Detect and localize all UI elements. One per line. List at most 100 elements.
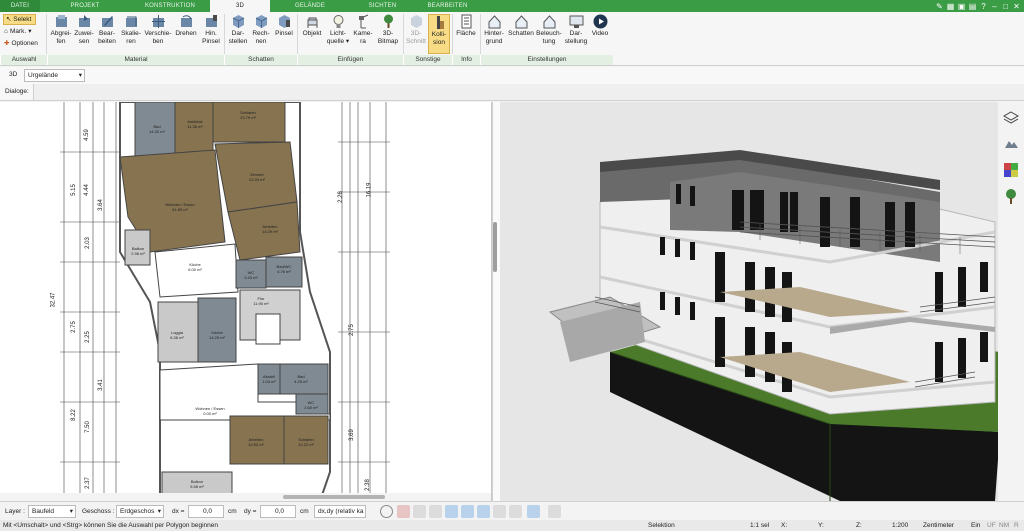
display-settings-button[interactable]: Dar-stellung [563,14,589,46]
mirror-icon[interactable] [429,505,442,518]
status-mode: Selektion [648,522,675,529]
tab-konstruktion[interactable]: KONSTRUKTION [130,0,210,12]
mark-button[interactable]: ⌂ Mark. ▾ [4,27,31,36]
layer-select[interactable]: Baufeld ▾ [28,505,76,518]
room-label: Bad/WC 4.76 m² [276,264,292,274]
vertical-scrollbar[interactable] [493,222,497,272]
tile-icon[interactable]: ▤ [968,2,977,11]
tab-3d[interactable]: 3D [210,0,270,12]
edit-material-button[interactable]: Bear-beiten [96,14,118,46]
dimension-label: 2.03 [84,237,91,249]
hint-brush-button[interactable]: Hin. Pinsel [200,14,222,46]
select-button[interactable]: ↖ Selekt [3,14,36,25]
horizontal-scrollbar[interactable] [283,495,385,499]
view-toolbar: 3D Urgelände ▾ [0,67,1024,84]
dimension-label: 3.69 [348,429,355,441]
selection-count: 1:1 sel [750,522,770,529]
collision-button[interactable]: Kolli-sion [428,14,450,54]
3d-bitmap-button[interactable]: 3D- Bitmap [375,14,401,46]
scale-material-button[interactable]: Skalie-ren [119,14,143,46]
tab-projekt[interactable]: PROJEKT [40,0,130,12]
pane-splitter[interactable] [492,102,500,501]
record-icon[interactable] [397,505,410,518]
material-palette-icon[interactable] [1003,162,1019,178]
help-icon[interactable]: ? [979,2,988,11]
room-label: Balkon 2.96 m² [131,246,145,256]
status-bar: Mit <Umschalt> und <Strg> können Sie die… [0,520,1024,531]
ribbon: ↖ Selekt ⌂ Mark. ▾ ✚ Optionen Abgrei-fen Zu… [0,12,1024,66]
dimension-label: 8.22 [70,409,77,421]
dimension-label: 3.41 [97,379,104,391]
display-shadow-button[interactable]: Dar-stellen [227,14,249,46]
tool-icon[interactable] [548,505,561,518]
camera-button[interactable]: Kame-ra [352,14,374,46]
input-mode-select[interactable]: dx,dy (relativ ka [314,505,366,518]
dx-label: dx = [172,508,185,515]
navigation-icon[interactable] [527,505,540,518]
3d-view[interactable] [500,102,1024,501]
group-label-settings: Einstellungen [480,55,613,65]
assign-material-button[interactable]: Zuwei-sen [73,14,95,46]
room-label: Arbeiten 14.29 m² [262,224,278,234]
compute-shadow-button[interactable]: Rech-nen [250,14,272,46]
layers-icon[interactable] [1002,110,1020,126]
maximize-icon[interactable]: □ [1001,2,1010,11]
pick-material-button[interactable]: Abgrei-fen [50,14,72,46]
grid-snap-icon[interactable] [509,505,522,518]
layer-label: Layer : [5,508,25,515]
room-label: Bad 4.25 m² [294,374,308,384]
room-label: Abstell 1.04 m² [262,374,276,384]
group-label-shadow: Schatten [224,55,297,65]
scale-value: 1:200 [892,522,909,529]
video-button[interactable]: Video [590,14,610,38]
lighting-button[interactable]: Beleuch-tung [536,14,562,46]
tab-sichten[interactable]: SICHTEN [350,0,415,12]
minimize-icon[interactable]: – [990,2,999,11]
close-icon[interactable]: ✕ [1012,2,1021,11]
link-icon[interactable] [413,505,426,518]
tab-gelaende[interactable]: GELÄNDE [270,0,350,12]
tree-icon[interactable] [1003,188,1019,204]
options-button[interactable]: ✚ Optionen [4,39,38,48]
area-info-button[interactable]: Fläche [454,14,478,38]
insert-object-button[interactable]: Objekt [300,14,324,38]
floor-plan-view[interactable]: Bad 14.32 m² Ankleide 11.38 m² Schlafen 23.… [0,102,492,501]
room-label: Flur 11.90 m² [253,296,269,306]
dimension-label: 7.50 [84,421,91,433]
terrain-select[interactable]: Urgelände ▾ [24,69,85,82]
pen-icon[interactable]: ✎ [935,2,944,11]
room-dressing[interactable] [174,102,214,158]
shadow-brush-button[interactable]: Pinsel [273,14,295,38]
clock-icon[interactable] [380,505,393,518]
ein-indicator: Ein [971,522,981,529]
3d-section-button[interactable]: 3D- Schnitt [405,14,427,46]
move-material-button[interactable]: Verschie-ben [144,14,172,46]
floor-select[interactable]: Erdgeschos ▾ [116,505,164,518]
x-coordinate: X: [781,522,788,529]
room-sleeping[interactable] [212,102,286,143]
shadow-settings-button[interactable]: Schatten [507,14,535,38]
grid-icon[interactable]: ▦ [946,2,955,11]
tile-icon[interactable]: ▣ [957,2,966,11]
snap-line-icon[interactable] [461,505,474,518]
dx-input[interactable]: 0,0 [188,505,224,518]
background-button[interactable]: Hinter-grund [482,14,506,46]
dimension-label: 4.59 [83,129,90,141]
dy-input[interactable]: 0,0 [260,505,296,518]
tab-datei[interactable]: DATEI [0,0,40,12]
room-label: Zimmer 22.03 m² [249,172,265,182]
terrain-icon[interactable] [1003,136,1019,152]
tab-bearbeiten[interactable]: BEARBEITEN [415,0,480,12]
group-label-material: Material [47,55,224,65]
rotate-material-button[interactable]: Drehen [173,14,199,38]
room-label: Wohnen / Essen 0.00 m² [195,406,225,416]
group-label-selection: Auswahl [0,55,47,65]
dialog-bar: Dialoge: [0,84,1024,101]
dimension-label: 2.26 [337,191,344,203]
input-toolbar: Layer : Baufeld ▾ Geschoss : Erdgeschos ▾ … [0,501,1024,520]
snap-plane-icon[interactable] [477,505,490,518]
unit-value: Zentimeter [923,522,955,529]
light-source-button[interactable]: Licht-quelle ▾ [325,14,351,46]
layer-filter-icon[interactable] [493,505,506,518]
snap-icon[interactable] [445,505,458,518]
